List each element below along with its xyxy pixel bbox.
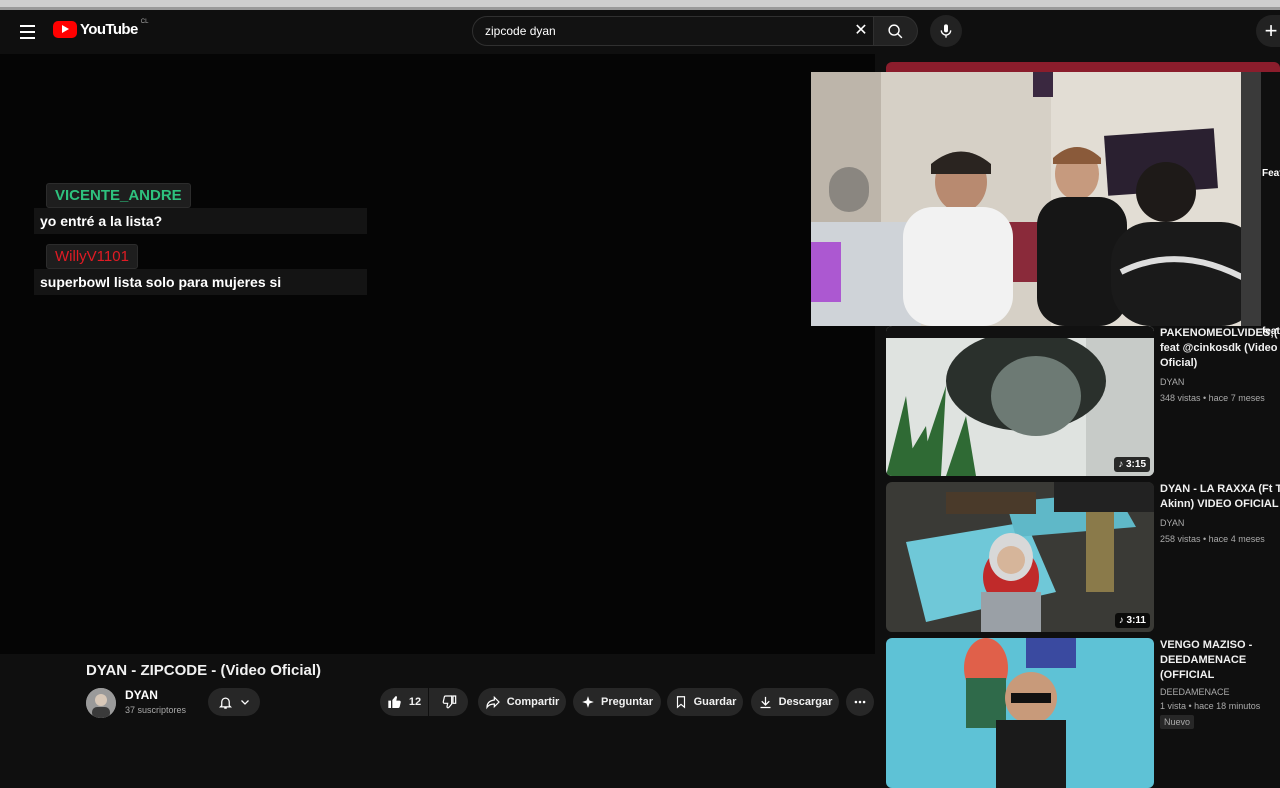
search-button[interactable] — [874, 16, 918, 46]
save-button[interactable]: Guardar — [667, 688, 743, 716]
share-icon — [486, 695, 500, 710]
duration-badge: ♪ 3:15 — [1114, 457, 1150, 472]
youtube-play-icon — [53, 21, 77, 38]
recommendation-thumbnail[interactable] — [886, 638, 1154, 788]
share-button[interactable]: Compartir — [478, 688, 566, 716]
chat-message: WillyV1101 superbowl lista solo para muj… — [34, 244, 367, 295]
download-button[interactable]: Descargar — [751, 688, 839, 716]
sparkle-icon — [582, 696, 594, 708]
notifications-button[interactable] — [208, 688, 260, 716]
search-box: ✕ — [472, 16, 874, 46]
logo-text: YouTube — [80, 21, 138, 38]
recommendation-item[interactable]: ♪ 3:15 PAKENOMEOLVIDES;( feat @cinkosdk … — [886, 326, 1280, 476]
recommendation-thumbnail-partial[interactable] — [886, 62, 1280, 72]
thumbs-up-icon — [388, 696, 401, 709]
recommendation-item[interactable]: ♪ 3:11 DYAN - LA RAXXA (Ft Tim Akinn) VI… — [886, 482, 1280, 632]
chat-text: yo entré a la lista? — [34, 208, 367, 234]
subscriber-count: 37 suscriptores — [125, 705, 187, 715]
recommendation-title[interactable]: VENGO MAZISO - DEEDAMENACE (OFFICIAL — [1160, 638, 1280, 683]
recommendation-channel[interactable]: DYAN — [1160, 377, 1280, 387]
recommendation-item[interactable]: VENGO MAZISO - DEEDAMENACE (OFFICIAL DEE… — [886, 638, 1280, 788]
recommendation-info: VENGO MAZISO - DEEDAMENACE (OFFICIAL DEE… — [1160, 638, 1280, 730]
dislike-button[interactable] — [429, 688, 468, 716]
recommendation-info: DYAN - LA RAXXA (Ft Tim Akinn) VIDEO OFI… — [1160, 482, 1280, 544]
recommendation-title[interactable]: PAKENOMEOLVIDES;( feat @cinkosdk (Video … — [1160, 326, 1280, 371]
chevron-down-icon — [240, 700, 249, 705]
voice-search-button[interactable] — [930, 15, 962, 47]
menu-icon[interactable] — [14, 19, 40, 45]
youtube-logo[interactable]: YouTube CL — [53, 18, 149, 38]
bell-icon — [218, 697, 232, 709]
thumbs-down-icon — [442, 695, 456, 709]
chat-username: WillyV1101 — [46, 244, 138, 269]
recommendation-channel[interactable]: DEEDAMENACE — [1160, 687, 1280, 697]
webcam-overlay — [811, 72, 1261, 326]
recommendation-meta: 348 vistas • hace 7 meses — [1160, 393, 1265, 403]
download-label: Descargar — [778, 696, 833, 708]
recommendation-meta: 258 vistas • hace 4 meses — [1160, 534, 1265, 544]
share-label: Compartir — [506, 696, 560, 708]
clear-search-icon[interactable]: ✕ — [852, 22, 870, 40]
bookmark-icon — [676, 696, 685, 709]
recommendation-channel[interactable]: DYAN — [1160, 518, 1280, 528]
microphone-icon — [940, 24, 952, 38]
new-badge: Nuevo — [1160, 715, 1195, 729]
chat-username: VICENTE_ANDRE — [46, 183, 191, 208]
create-button[interactable]: + — [1256, 15, 1280, 47]
video-actions-row: DYAN 37 suscriptores 12 Compartir Pregun… — [86, 688, 886, 718]
recommendation-title[interactable]: DYAN - LA RAXXA (Ft Tim Akinn) VIDEO OFI… — [1160, 482, 1280, 512]
chat-text: superbowl lista solo para mujeres si — [34, 269, 367, 295]
recommendation-title-partial: Feat — [1262, 168, 1280, 179]
chat-message: VICENTE_ANDRE yo entré a la lista? — [34, 183, 367, 234]
recommendation-info: PAKENOMEOLVIDES;( feat @cinkosdk (Video … — [1160, 326, 1280, 403]
video-player[interactable]: VICENTE_ANDRE yo entré a la lista? Willy… — [0, 54, 875, 654]
country-code: CL — [140, 18, 149, 25]
duration-badge: ♪ 3:11 — [1114, 613, 1150, 628]
recommendation-thumbnail[interactable]: ♪ 3:15 — [886, 326, 1154, 476]
recommendation-thumbnail[interactable]: ♪ 3:11 — [886, 482, 1154, 632]
ask-button[interactable]: Preguntar — [573, 688, 661, 716]
channel-name[interactable]: DYAN — [125, 688, 158, 702]
channel-avatar[interactable] — [86, 688, 116, 718]
more-actions-button[interactable] — [846, 688, 874, 716]
like-button[interactable]: 12 — [380, 688, 428, 716]
video-title: DYAN - ZIPCODE - (Video Oficial) — [86, 662, 322, 679]
search-input[interactable] — [485, 17, 845, 45]
plus-icon: + — [1264, 18, 1278, 43]
save-label: Guardar — [693, 696, 737, 708]
recommendation-meta: 1 vista • hace 18 minutos — [1160, 701, 1261, 711]
ask-label: Preguntar — [601, 696, 653, 708]
browser-top-strip — [0, 0, 1280, 10]
more-icon — [854, 700, 866, 704]
like-count: 12 — [408, 696, 422, 708]
search-icon — [888, 23, 903, 38]
download-icon — [760, 696, 771, 708]
masthead: YouTube CL ✕ + — [0, 10, 1280, 54]
